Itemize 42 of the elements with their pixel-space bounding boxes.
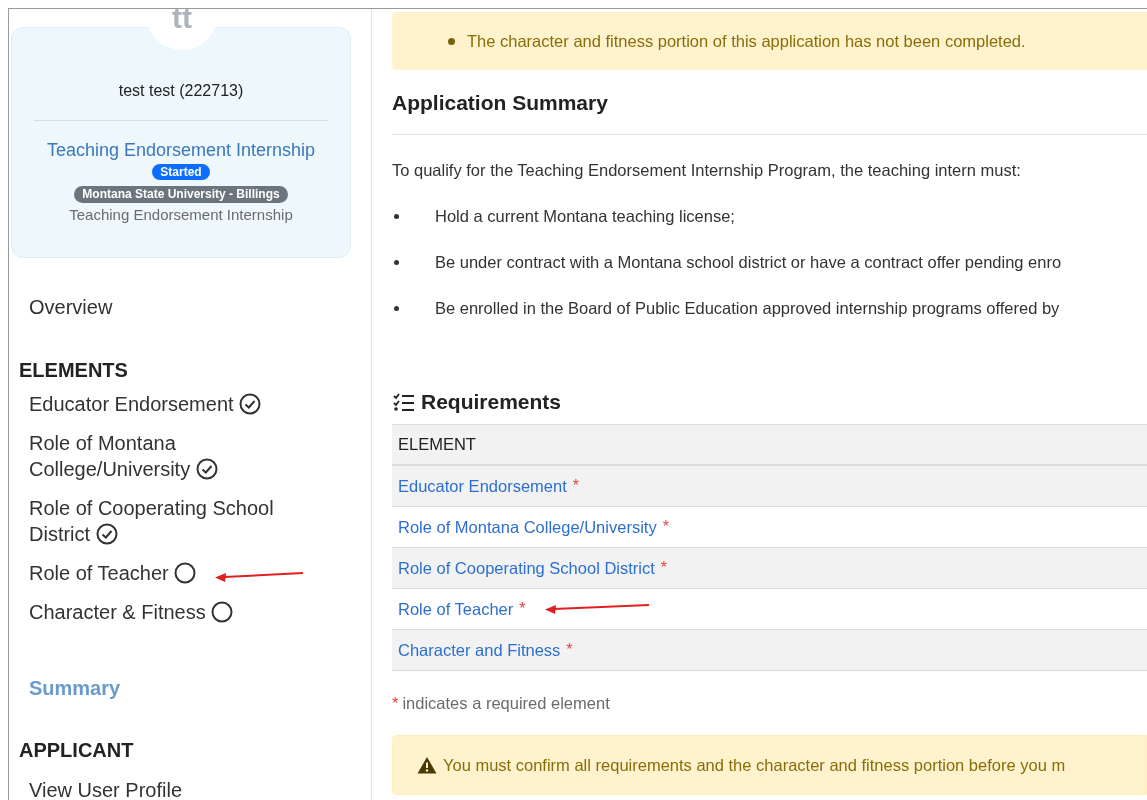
required-mark: * <box>660 558 668 578</box>
element-link[interactable]: Character and Fitness <box>398 637 561 663</box>
avatar: tt <box>146 9 218 50</box>
status-badge: Started <box>152 164 210 180</box>
required-mark: * <box>662 517 669 537</box>
checklist-icon <box>392 392 415 412</box>
bullet-icon <box>448 37 455 45</box>
column-header: ELEMENT <box>398 434 476 456</box>
bullet-icon <box>394 305 399 311</box>
section-heading: ELEMENTS <box>19 358 129 383</box>
note-text: indicates a required element <box>402 693 610 714</box>
nav-link[interactable]: Role of Montana College/University <box>29 430 309 482</box>
list-item: Be enrolled in the Board of Public Education approved internship programs offered by <box>435 298 1060 319</box>
nav-link[interactable]: Educator Endorsement <box>29 391 262 417</box>
required-mark: * <box>519 599 526 619</box>
program-title[interactable]: Teaching Endorsement Internship <box>46 139 316 161</box>
alert-text: The character and fitness portion of this application has not been completed. <box>467 30 1026 52</box>
nav-link[interactable]: Role of Cooperating School District <box>29 495 309 547</box>
list-item: Hold a current Montana teaching license; <box>435 206 735 227</box>
user-name: test test (222713) <box>118 81 244 101</box>
intro-text: To qualify for the Teaching Endorsement Internship Program, the teaching intern must: <box>392 160 1021 181</box>
required-mark: * <box>566 640 573 660</box>
nav-link[interactable]: Role of Teacher <box>29 560 197 586</box>
element-link[interactable]: Role of Cooperating School District <box>398 555 655 581</box>
element-link[interactable]: Educator Endorsement <box>398 473 567 499</box>
warning-icon <box>417 756 437 774</box>
institution-badge: Montana State University - Billings <box>74 186 288 203</box>
program-subtitle: Teaching Endorsement Internship <box>69 205 293 225</box>
section-title: Application Summary <box>392 90 608 116</box>
required-mark: * <box>392 693 399 714</box>
section-heading: APPLICANT <box>19 738 135 763</box>
nav-link[interactable]: View User Profile <box>29 777 183 800</box>
alert-text: You must confirm all requirements and the character and fitness portion before you m <box>443 754 1066 776</box>
nav-link[interactable]: Overview <box>29 292 113 322</box>
section-title: Requirements <box>421 389 562 415</box>
element-link[interactable]: Role of Teacher <box>398 596 514 622</box>
bullet-icon <box>394 213 399 219</box>
bullet-icon <box>394 259 399 265</box>
element-link[interactable]: Role of Montana College/University <box>398 514 657 540</box>
nav-link[interactable]: Character & Fitness <box>29 599 234 625</box>
list-item: Be under contract with a Montana school district or have a contract offer pending enro <box>435 252 1062 273</box>
required-mark: * <box>572 476 579 496</box>
